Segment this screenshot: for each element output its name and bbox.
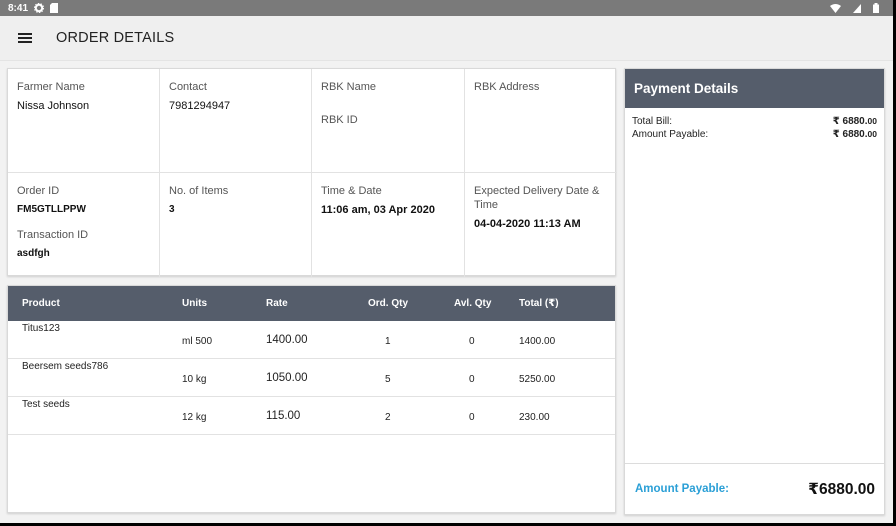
header-units: Units — [182, 298, 207, 309]
amount-payable-label: Amount Payable: — [632, 129, 709, 140]
cell-ord-qty: 5 — [385, 374, 391, 385]
status-bar: 8:41 — [0, 0, 893, 16]
rbk-address-cell: RBK Address — [465, 69, 617, 173]
table-row[interactable]: Titus123 ml 500 1400.00 1 0 1400.00 — [8, 321, 615, 359]
header-avl-qty: Avl. Qty — [454, 298, 492, 309]
cell-avl-qty: 0 — [469, 336, 475, 347]
cell-product: Beersem seeds786 — [22, 361, 109, 372]
app-bar: ORDER DETAILS — [0, 16, 893, 61]
time-date-label: Time & Date — [321, 185, 382, 197]
header-product: Product — [22, 298, 60, 309]
rbk-id-label: RBK ID — [321, 114, 358, 126]
table-row[interactable]: Beersem seeds786 10 kg 1050.00 5 0 5250.… — [8, 359, 615, 397]
items-value: 3 — [169, 204, 175, 215]
transaction-id-label: Transaction ID — [17, 229, 89, 241]
header-total: Total (₹) — [519, 298, 559, 309]
status-time: 8:41 — [8, 2, 29, 14]
delivery-value: 04-04-2020 11:13 AM — [474, 218, 581, 230]
order-info-card: Farmer Name Nissa Johnson Contact 798129… — [7, 68, 617, 277]
cell-total: 5250.00 — [519, 374, 556, 385]
footer-amount-value: ₹6880.00 — [808, 480, 875, 498]
contact-value: 7981294947 — [169, 100, 231, 112]
time-date-cell: Time & Date 11:06 am, 03 Apr 2020 — [312, 173, 465, 277]
items-cell: No. of Items 3 — [160, 173, 312, 277]
payment-details-panel: Payment Details Total Bill: ₹ 6880.00 Am… — [624, 68, 885, 515]
battery-icon — [873, 3, 879, 13]
order-id-label: Order ID — [17, 185, 60, 197]
table-row[interactable]: Test seeds 12 kg 115.00 2 0 230.00 — [8, 397, 615, 435]
menu-icon[interactable] — [18, 33, 32, 43]
contact-label: Contact — [169, 81, 207, 93]
product-table: Product Units Rate Ord. Qty Avl. Qty Tot… — [7, 285, 616, 513]
total-bill-label: Total Bill: — [632, 116, 673, 127]
screen: 8:41 ORDER DETAILS Farmer Name Nissa Joh… — [0, 0, 893, 523]
header-rate: Rate — [266, 298, 288, 309]
amount-payable-main: ₹ 6880. — [832, 129, 868, 140]
contact-cell: Contact 7981294947 — [160, 69, 312, 173]
sim-icon — [50, 3, 59, 13]
cell-product: Titus123 — [22, 323, 60, 334]
transaction-id-value: asdfgh — [17, 248, 50, 259]
cell-avl-qty: 0 — [469, 412, 475, 423]
rbk-address-label: RBK Address — [474, 81, 540, 93]
table-header: Product Units Rate Ord. Qty Avl. Qty Tot… — [8, 286, 615, 321]
footer-amount-label: Amount Payable: — [635, 483, 729, 495]
delivery-cell: Expected Delivery Date & Time 04-04-2020… — [465, 173, 617, 277]
signal-icon — [853, 3, 861, 13]
items-label: No. of Items — [169, 185, 229, 197]
farmer-name-cell: Farmer Name Nissa Johnson — [8, 69, 160, 173]
total-bill-decimals: 00 — [867, 116, 877, 126]
amount-payable-amount: ₹ 6880.00 — [833, 129, 877, 140]
farmer-name-value: Nissa Johnson — [17, 100, 90, 112]
amount-payable-row: Amount Payable: ₹ 6880.00 — [625, 129, 884, 140]
wifi-icon — [830, 3, 841, 13]
cell-total: 230.00 — [519, 412, 550, 423]
order-id-value: FM5GTLLPPW — [17, 204, 86, 215]
settings-icon — [34, 3, 45, 13]
cell-units: 12 kg — [182, 412, 207, 423]
header-ord-qty: Ord. Qty — [368, 298, 409, 309]
total-bill-main: ₹ 6880. — [832, 116, 868, 127]
cell-rate: 115.00 — [266, 410, 301, 422]
payment-footer: Amount Payable: ₹6880.00 — [625, 463, 884, 514]
cell-total: 1400.00 — [519, 336, 556, 347]
total-bill-row: Total Bill: ₹ 6880.00 — [625, 116, 884, 127]
cell-units: 10 kg — [182, 374, 207, 385]
cell-rate: 1400.00 — [266, 334, 308, 346]
payment-title: Payment Details — [625, 69, 884, 108]
cell-units: ml 500 — [182, 336, 213, 347]
time-date-value: 11:06 am, 03 Apr 2020 — [321, 204, 435, 216]
cell-product: Test seeds — [22, 399, 70, 410]
cell-avl-qty: 0 — [469, 374, 475, 385]
page-title: ORDER DETAILS — [56, 30, 175, 46]
cell-ord-qty: 1 — [385, 336, 391, 347]
cell-rate: 1050.00 — [266, 372, 308, 384]
rbk-name-label: RBK Name — [321, 81, 377, 93]
amount-payable-decimals: 00 — [867, 129, 877, 139]
cell-ord-qty: 2 — [385, 412, 391, 423]
total-bill-amount: ₹ 6880.00 — [833, 116, 877, 127]
delivery-label: Expected Delivery Date & Time — [474, 185, 600, 211]
order-id-cell: Order ID FM5GTLLPPW Transaction ID asdfg… — [8, 173, 160, 277]
farmer-name-label: Farmer Name — [17, 81, 85, 93]
rbk-name-cell: RBK Name RBK ID — [312, 69, 465, 173]
